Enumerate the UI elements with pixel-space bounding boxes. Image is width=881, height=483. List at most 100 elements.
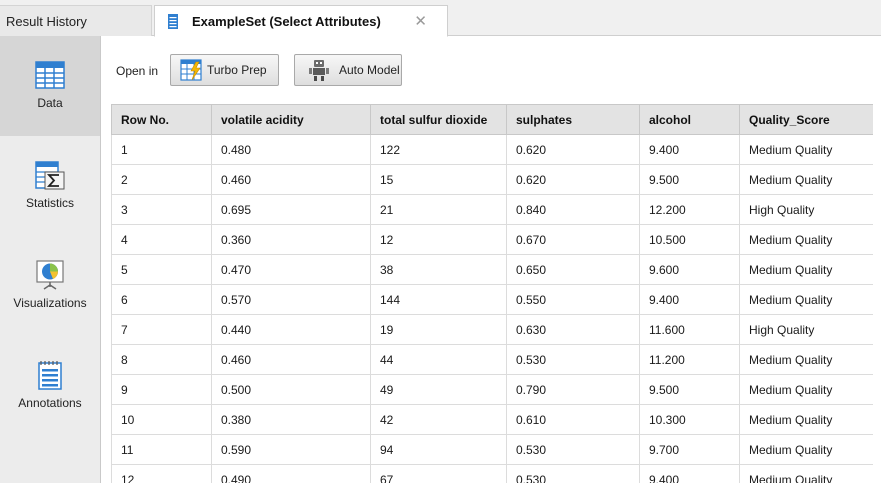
table-row[interactable]: 6 0.570 144 0.550 9.400 Medium Quality [111, 284, 873, 315]
cell-total-sulfur-dioxide: 44 [370, 344, 507, 375]
cell-quality-score: Medium Quality [739, 404, 873, 435]
cell-volatile-acidity: 0.500 [211, 374, 371, 405]
table-row[interactable]: 9 0.500 49 0.790 9.500 Medium Quality [111, 374, 873, 405]
open-in-label: Open in [116, 64, 159, 78]
cell-quality-score: Medium Quality [739, 134, 873, 165]
cell-row-no: 8 [111, 344, 212, 375]
cell-row-no: 6 [111, 284, 212, 315]
cell-quality-score: High Quality [739, 194, 873, 225]
cell-sulphates: 0.550 [506, 284, 640, 315]
cell-quality-score: Medium Quality [739, 254, 873, 285]
cell-volatile-acidity: 0.590 [211, 434, 371, 465]
cell-total-sulfur-dioxide: 42 [370, 404, 507, 435]
table-row[interactable]: 4 0.360 12 0.670 10.500 Medium Quality [111, 224, 873, 255]
table-row[interactable]: 5 0.470 38 0.650 9.600 Medium Quality [111, 254, 873, 285]
cell-alcohol: 11.200 [639, 344, 740, 375]
cell-alcohol: 9.700 [639, 434, 740, 465]
table-row[interactable]: 1 0.480 122 0.620 9.400 Medium Quality [111, 134, 873, 165]
sidebar-item-statistics[interactable]: Statistics [0, 136, 100, 236]
cell-quality-score: Medium Quality [739, 374, 873, 405]
cell-sulphates: 0.530 [506, 434, 640, 465]
data-table: Row No. volatile acidity total sulfur di… [111, 104, 873, 483]
cell-row-no: 7 [111, 314, 212, 345]
cell-row-no: 12 [111, 464, 212, 483]
table-row[interactable]: 8 0.460 44 0.530 11.200 Medium Quality [111, 344, 873, 375]
table-row[interactable]: 7 0.440 19 0.630 11.600 High Quality [111, 314, 873, 345]
robot-icon [309, 60, 329, 81]
turbo-prep-button[interactable]: Turbo Prep [170, 54, 279, 86]
column-header-sulphates[interactable]: sulphates [506, 104, 640, 135]
cell-total-sulfur-dioxide: 15 [370, 164, 507, 195]
table-row[interactable]: 3 0.695 21 0.840 12.200 High Quality [111, 194, 873, 225]
column-header-volatile-acidity[interactable]: volatile acidity [211, 104, 371, 135]
cell-volatile-acidity: 0.695 [211, 194, 371, 225]
cell-sulphates: 0.790 [506, 374, 640, 405]
cell-volatile-acidity: 0.460 [211, 164, 371, 195]
column-header-row-no[interactable]: Row No. [111, 104, 212, 135]
data-table-container: Row No. volatile acidity total sulfur di… [111, 104, 873, 483]
tab-result-history[interactable]: Result History [0, 5, 152, 36]
cell-volatile-acidity: 0.460 [211, 344, 371, 375]
cell-total-sulfur-dioxide: 12 [370, 224, 507, 255]
cell-quality-score: Medium Quality [739, 464, 873, 483]
cell-sulphates: 0.620 [506, 164, 640, 195]
cell-row-no: 4 [111, 224, 212, 255]
table-header-row: Row No. volatile acidity total sulfur di… [111, 104, 873, 135]
table-icon [35, 61, 65, 89]
turbo-prep-icon [180, 59, 202, 81]
visualizations-icon [36, 260, 64, 290]
cell-row-no: 3 [111, 194, 212, 225]
cell-row-no: 1 [111, 134, 212, 165]
cell-alcohol: 9.400 [639, 284, 740, 315]
sidebar-item-annotations[interactable]: Annotations [0, 336, 100, 436]
table-row[interactable]: 12 0.490 67 0.530 9.400 Medium Quality [111, 464, 873, 483]
table-row[interactable]: 10 0.380 42 0.610 10.300 Medium Quality [111, 404, 873, 435]
cell-alcohol: 10.300 [639, 404, 740, 435]
cell-row-no: 5 [111, 254, 212, 285]
tab-bar: Result History ExampleSet (Select Attrib… [0, 0, 881, 37]
view-sidebar: Data Statistics Visualizations Annotatio… [0, 36, 101, 483]
cell-volatile-acidity: 0.490 [211, 464, 371, 483]
sidebar-item-data[interactable]: Data [0, 36, 100, 136]
cell-total-sulfur-dioxide: 94 [370, 434, 507, 465]
sidebar-item-visualizations[interactable]: Visualizations [0, 236, 100, 336]
cell-total-sulfur-dioxide: 122 [370, 134, 507, 165]
table-row[interactable]: 2 0.460 15 0.620 9.500 Medium Quality [111, 164, 873, 195]
tab-result-history-label: Result History [6, 13, 87, 29]
cell-alcohol: 9.600 [639, 254, 740, 285]
auto-model-button[interactable]: Auto Model [294, 54, 402, 86]
column-header-alcohol[interactable]: alcohol [639, 104, 740, 135]
cell-sulphates: 0.630 [506, 314, 640, 345]
table-row[interactable]: 11 0.590 94 0.530 9.700 Medium Quality [111, 434, 873, 465]
cell-volatile-acidity: 0.470 [211, 254, 371, 285]
cell-sulphates: 0.650 [506, 254, 640, 285]
annotations-icon [38, 361, 62, 390]
tab-exampleset-label: ExampleSet (Select Attributes) [192, 13, 381, 29]
column-header-quality-score[interactable]: Quality_Score [739, 104, 873, 135]
cell-total-sulfur-dioxide: 38 [370, 254, 507, 285]
cell-alcohol: 12.200 [639, 194, 740, 225]
tab-exampleset[interactable]: ExampleSet (Select Attributes) ✕ [154, 5, 448, 37]
cell-volatile-acidity: 0.480 [211, 134, 371, 165]
cell-total-sulfur-dioxide: 67 [370, 464, 507, 483]
auto-model-label: Auto Model [339, 63, 400, 77]
cell-sulphates: 0.610 [506, 404, 640, 435]
cell-quality-score: Medium Quality [739, 434, 873, 465]
cell-volatile-acidity: 0.360 [211, 224, 371, 255]
data-table-icon [168, 13, 178, 29]
cell-alcohol: 10.500 [639, 224, 740, 255]
cell-row-no: 11 [111, 434, 212, 465]
cell-alcohol: 9.400 [639, 464, 740, 483]
cell-sulphates: 0.840 [506, 194, 640, 225]
cell-quality-score: Medium Quality [739, 164, 873, 195]
cell-quality-score: Medium Quality [739, 224, 873, 255]
cell-alcohol: 9.500 [639, 374, 740, 405]
cell-row-no: 9 [111, 374, 212, 405]
cell-total-sulfur-dioxide: 19 [370, 314, 507, 345]
close-icon[interactable]: ✕ [414, 12, 427, 30]
cell-volatile-acidity: 0.380 [211, 404, 371, 435]
cell-total-sulfur-dioxide: 21 [370, 194, 507, 225]
column-header-total-sulfur-dioxide[interactable]: total sulfur dioxide [370, 104, 507, 135]
table-body: 1 0.480 122 0.620 9.400 Medium Quality 2 0.460 1… [111, 134, 873, 483]
open-in-toolbar: Open in Turbo Prep Auto Model [101, 36, 881, 98]
